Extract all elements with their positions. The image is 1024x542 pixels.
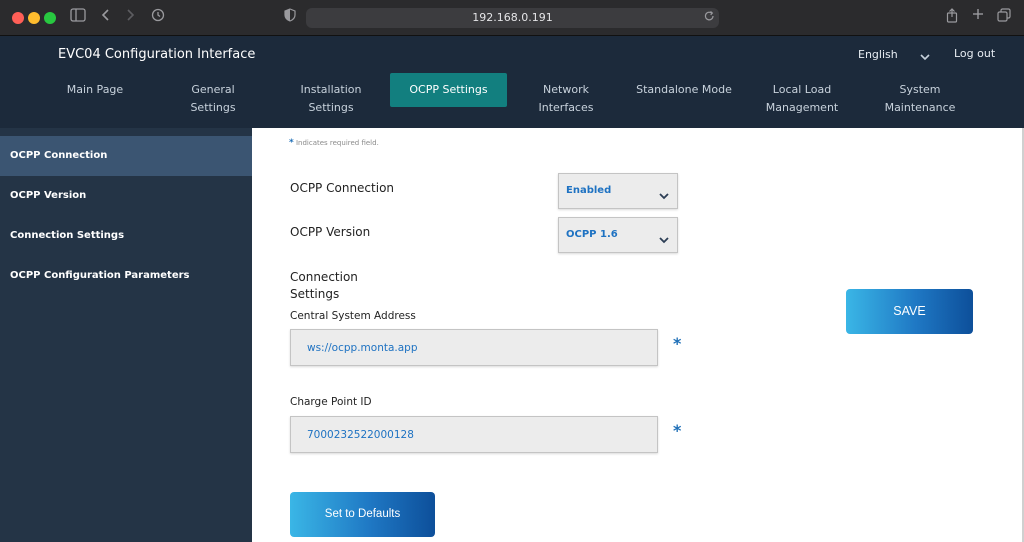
required-star: *: [289, 138, 294, 148]
central-system-address-value: ws://ocpp.monta.app: [307, 342, 418, 354]
minimize-window-button[interactable]: [28, 12, 40, 24]
ocpp-version-value: OCPP 1.6: [566, 229, 618, 240]
required-note-text: Indicates required field.: [295, 139, 379, 147]
tab-ocpp-settings[interactable]: OCPP Settings: [390, 73, 507, 107]
charge-point-id-label: Charge Point ID: [290, 396, 372, 408]
tab-network-interfaces[interactable]: Network Interfaces: [514, 81, 618, 117]
forward-icon[interactable]: [125, 8, 135, 22]
ocpp-version-select[interactable]: OCPP 1.6: [558, 217, 678, 253]
tab-installation-settings[interactable]: Installation Settings: [279, 81, 383, 117]
save-button[interactable]: SAVE: [846, 289, 973, 334]
ocpp-connection-select[interactable]: Enabled: [558, 173, 678, 209]
required-star: *: [673, 334, 682, 353]
chevron-down-icon: [659, 187, 669, 205]
browser-toolbar: 192.168.0.191: [0, 0, 1024, 36]
tab-overview-icon[interactable]: [997, 8, 1011, 22]
tab-standalone-mode[interactable]: Standalone Mode: [634, 81, 734, 99]
zoom-window-button[interactable]: [44, 12, 56, 24]
close-window-button[interactable]: [12, 12, 24, 24]
required-star: *: [673, 421, 682, 440]
address-bar[interactable]: 192.168.0.191: [306, 8, 719, 28]
app-title: EVC04 Configuration Interface: [58, 47, 256, 62]
chevron-down-icon[interactable]: [920, 48, 930, 66]
tab-general-settings[interactable]: General Settings: [168, 81, 258, 117]
ocpp-version-label: OCPP Version: [290, 225, 371, 239]
tab-local-load-management[interactable]: Local Load Management: [756, 81, 848, 117]
sidebar-item-ocpp-configuration-parameters[interactable]: OCPP Configuration Parameters: [0, 256, 252, 296]
sidebar-toggle-icon[interactable]: [70, 8, 86, 22]
ocpp-connection-value: Enabled: [566, 185, 612, 196]
url-text: 192.168.0.191: [472, 11, 553, 24]
privacy-shield-icon[interactable]: [284, 8, 296, 22]
ocpp-connection-label: OCPP Connection: [290, 181, 395, 195]
central-system-address-label: Central System Address: [290, 310, 416, 322]
app-header: EVC04 Configuration Interface English Lo…: [0, 36, 1024, 128]
chevron-down-icon: [659, 231, 669, 249]
set-to-defaults-button[interactable]: Set to Defaults: [290, 492, 435, 537]
logout-link[interactable]: Log out: [954, 47, 995, 60]
sidebar-item-connection-settings[interactable]: Connection Settings: [0, 216, 252, 256]
charge-point-id-value: 7000232522000128: [307, 429, 414, 441]
connection-settings-heading: Connection Settings: [290, 270, 358, 301]
central-system-address-input[interactable]: ws://ocpp.monta.app: [290, 329, 658, 366]
new-tab-icon[interactable]: [972, 8, 984, 20]
charge-point-id-input[interactable]: 7000232522000128: [290, 416, 658, 453]
reload-icon[interactable]: [704, 10, 715, 22]
sidebar-item-ocpp-version[interactable]: OCPP Version: [0, 176, 252, 216]
tab-main-page[interactable]: Main Page: [56, 81, 134, 99]
sidebar-item-ocpp-connection[interactable]: OCPP Connection: [0, 136, 252, 176]
sidebar: OCPP Connection OCPP Version Connection …: [0, 128, 252, 542]
history-icon[interactable]: [151, 8, 165, 22]
share-icon[interactable]: [946, 8, 958, 23]
main-content: * Indicates required field. OCPP Connect…: [252, 128, 1022, 542]
required-field-note: * Indicates required field.: [289, 138, 379, 148]
back-icon[interactable]: [101, 8, 111, 22]
tab-system-maintenance[interactable]: System Maintenance: [876, 81, 964, 117]
language-selector[interactable]: English: [858, 48, 898, 61]
